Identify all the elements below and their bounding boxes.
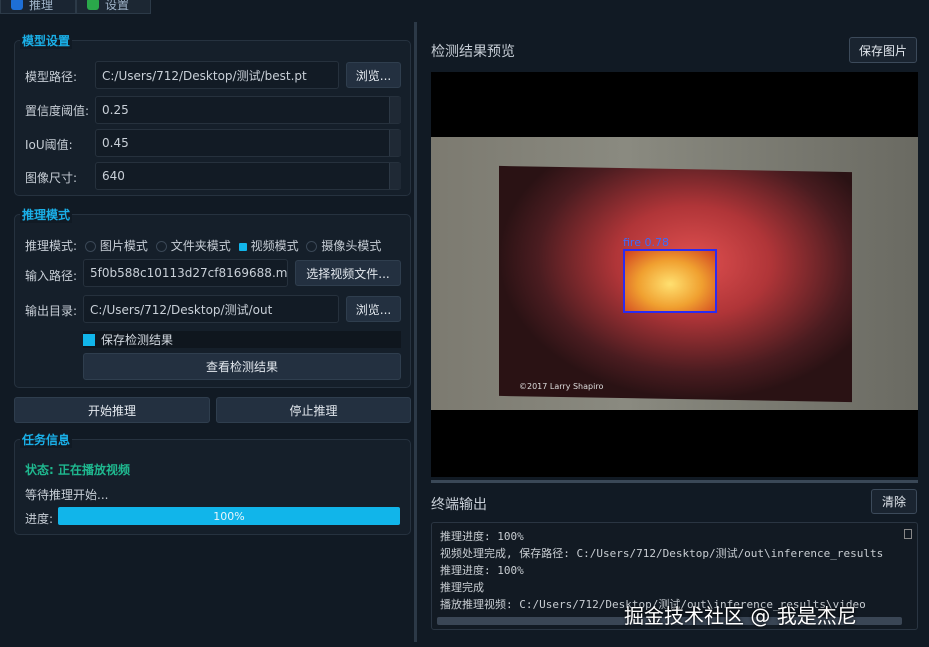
output-browse-button[interactable]: 浏览... — [346, 296, 401, 322]
mode-option-label: 图片模式 — [100, 239, 148, 253]
model-path-input[interactable]: C:/Users/712/Desktop/测试/best.pt — [95, 61, 339, 89]
vertical-scrollbar[interactable] — [904, 529, 912, 539]
radio-folder-mode[interactable] — [156, 241, 167, 252]
preview-image: fire 0.78 ©2017 Larry Shapiro — [431, 137, 918, 410]
view-results-button[interactable]: 查看检测结果 — [83, 353, 401, 380]
radio-camera-mode[interactable] — [306, 241, 317, 252]
output-dir-label: 输出目录: — [25, 302, 77, 319]
preview-title: 检测结果预览 — [431, 41, 515, 61]
preview-frame: fire 0.78 ©2017 Larry Shapiro — [431, 72, 918, 477]
terminal-line: 推理进度: 100% — [440, 528, 909, 545]
radio-image-mode[interactable] — [85, 241, 96, 252]
status-text: 状态: 正在播放视频 — [25, 461, 130, 478]
conf-spinner[interactable] — [389, 97, 401, 123]
input-path-label: 输入路径: — [25, 267, 77, 284]
splitter-handle-horizontal[interactable] — [431, 480, 918, 483]
select-video-button[interactable]: 选择视频文件... — [295, 260, 401, 286]
iou-label: IoU阈值: — [25, 136, 73, 153]
conf-threshold-input[interactable]: 0.25 — [95, 96, 401, 124]
inference-mode-title: 推理模式 — [20, 206, 72, 223]
size-label: 图像尺寸: — [25, 169, 77, 186]
model-settings-title: 模型设置 — [20, 32, 72, 49]
splitter-handle[interactable] — [414, 22, 417, 642]
checkbox-checked-icon[interactable] — [83, 334, 95, 346]
iou-threshold-input[interactable]: 0.45 — [95, 129, 401, 157]
photo-credit: ©2017 Larry Shapiro — [519, 382, 603, 391]
settings-icon — [87, 0, 99, 10]
mode-label: 推理模式: — [25, 239, 77, 253]
task-info-title: 任务信息 — [20, 431, 72, 448]
mode-row: 推理模式: 图片模式 文件夹模式 视频模式 摄像头模式 — [25, 237, 381, 254]
image-size-input[interactable]: 640 — [95, 162, 401, 190]
stop-inference-button[interactable]: 停止推理 — [216, 397, 411, 423]
terminal-line: 推理进度: 100% — [440, 562, 909, 579]
save-image-button[interactable]: 保存图片 — [849, 37, 917, 63]
progress-label: 进度: — [25, 510, 53, 527]
tab-settings[interactable]: 设置 — [76, 0, 151, 14]
save-results-label: 保存检测结果 — [101, 331, 173, 348]
model-browse-button[interactable]: 浏览... — [346, 62, 401, 88]
save-results-checkbox[interactable]: 保存检测结果 — [83, 331, 401, 348]
mode-option-label: 文件夹模式 — [171, 239, 231, 253]
clear-button[interactable]: 清除 — [871, 489, 917, 514]
inference-icon — [11, 0, 23, 10]
detection-box — [623, 249, 717, 313]
progress-text: 100% — [58, 507, 400, 525]
terminal-title: 终端输出 — [431, 494, 487, 514]
start-inference-button[interactable]: 开始推理 — [14, 397, 210, 423]
model-path-label: 模型路径: — [25, 68, 77, 85]
terminal-line: 推理完成 — [440, 579, 909, 596]
watermark-text: 掘金技术社区 @ 我是杰尼 — [624, 600, 857, 629]
detection-label: fire 0.78 — [623, 236, 669, 249]
mode-option-label: 视频模式 — [251, 239, 299, 253]
terminal-line: 视频处理完成, 保存路径: C:/Users/712/Desktop/测试/ou… — [440, 545, 909, 562]
progress-bar: 100% — [58, 507, 400, 525]
input-path-input[interactable]: 5f0b588c10113d27cf8169688.mp4 — [83, 259, 288, 287]
conf-label: 置信度阈值: — [25, 102, 89, 119]
status-message: 等待推理开始... — [25, 486, 108, 503]
size-spinner[interactable] — [389, 163, 401, 189]
iou-spinner[interactable] — [389, 130, 401, 156]
mode-option-label: 摄像头模式 — [321, 239, 381, 253]
radio-video-mode[interactable] — [239, 243, 247, 251]
tab-inference[interactable]: 推理 — [0, 0, 76, 14]
output-dir-input[interactable]: C:/Users/712/Desktop/测试/out — [83, 295, 339, 323]
